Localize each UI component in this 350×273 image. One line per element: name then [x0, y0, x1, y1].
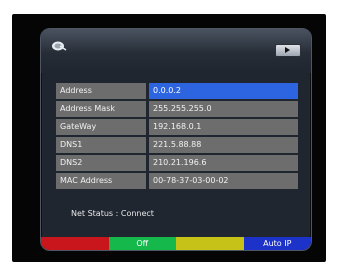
net-status-text: Net Status : Connect [71, 209, 154, 218]
table-row[interactable]: MAC Address 00-78-37-03-00-02 [56, 173, 298, 189]
table-row[interactable]: GateWay 192.168.0.1 [56, 119, 298, 135]
field-value-input[interactable]: 192.168.0.1 [149, 119, 298, 135]
field-label: Address [56, 83, 146, 99]
yellow-key-button[interactable] [176, 237, 244, 250]
field-value-input[interactable]: 221.5.88.88 [149, 137, 298, 153]
field-label: DNS1 [56, 137, 146, 153]
tv-screen: Address 0.0.0.2 Address Mask 255.255.255… [12, 14, 326, 262]
green-key-button[interactable]: Off [108, 237, 176, 250]
network-settings-panel: Address 0.0.0.2 Address Mask 255.255.255… [40, 28, 312, 251]
red-key-button[interactable] [41, 237, 109, 250]
satellite-dish-icon [52, 41, 67, 51]
panel-header [41, 29, 311, 73]
table-row[interactable]: DNS1 221.5.88.88 [56, 137, 298, 153]
table-row[interactable]: DNS2 210.21.196.6 [56, 155, 298, 171]
network-fields-table: Address 0.0.0.2 Address Mask 255.255.255… [56, 83, 298, 191]
table-row[interactable]: Address 0.0.0.2 [56, 83, 298, 99]
field-label: GateWay [56, 119, 146, 135]
field-label: MAC Address [56, 173, 146, 189]
blue-key-button[interactable]: Auto IP [243, 237, 311, 250]
table-row[interactable]: Address Mask 255.255.255.0 [56, 101, 298, 117]
field-value-input[interactable]: 210.21.196.6 [149, 155, 298, 171]
field-value-input[interactable]: 0.0.0.2 [149, 83, 298, 99]
field-label: DNS2 [56, 155, 146, 171]
field-value-input[interactable]: 255.255.255.0 [149, 101, 298, 117]
play-icon[interactable] [275, 44, 301, 57]
field-value-input[interactable]: 00-78-37-03-00-02 [149, 173, 298, 189]
field-label: Address Mask [56, 101, 146, 117]
color-key-bar: Off Auto IP [41, 237, 311, 250]
